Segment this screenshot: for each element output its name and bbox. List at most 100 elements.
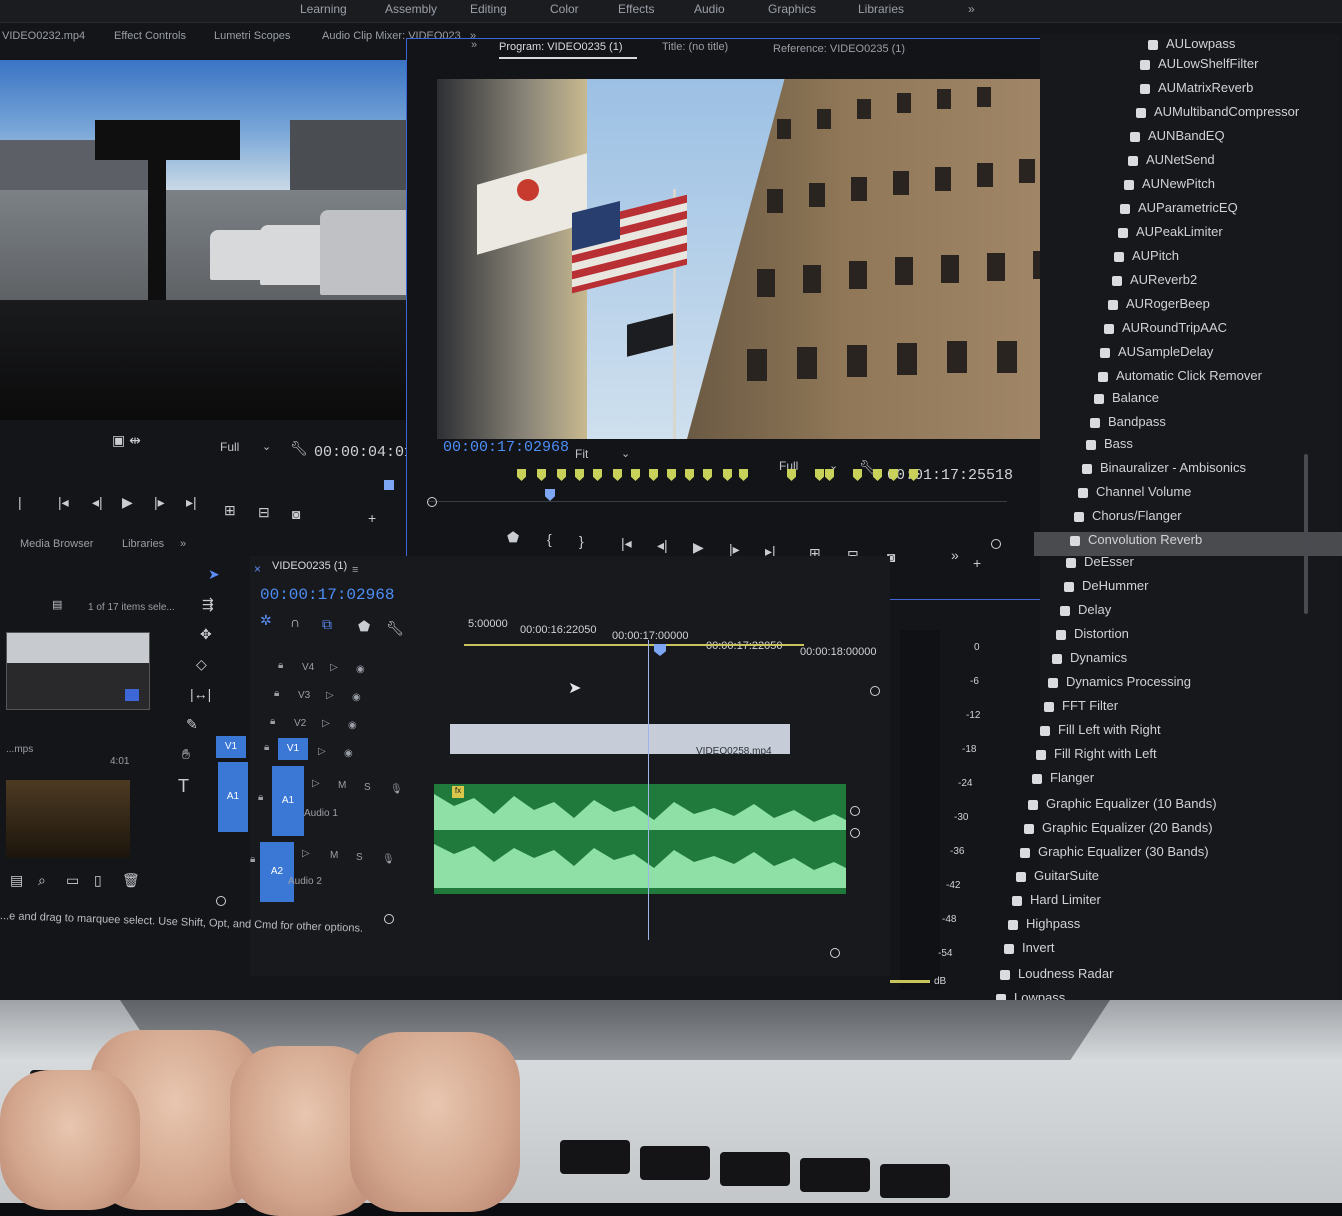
source-patch-a1[interactable]: A1 (218, 762, 248, 832)
program-fit-select[interactable]: Fit (575, 447, 588, 461)
source-insert-icon[interactable]: ⊞ (224, 502, 236, 519)
project-tabs-overflow-icon[interactable]: » (180, 538, 186, 550)
snap-icon[interactable]: ✲ (260, 612, 272, 629)
mark-in-icon[interactable]: { (547, 531, 552, 547)
timeline-playhead-line[interactable] (648, 640, 649, 940)
timeline-timecode[interactable]: 00:00:17:02968 (260, 586, 394, 604)
program-timecode-current[interactable]: 00:00:17:02968 (443, 439, 569, 456)
source-play-icon[interactable]: ▶ (122, 494, 133, 511)
razor-tool-icon[interactable]: ◇ (196, 656, 207, 673)
solo-button[interactable]: S (364, 782, 371, 793)
effect-item-selected[interactable]: Convolution Reverb (1034, 532, 1342, 556)
step-back-icon[interactable]: ◂| (657, 537, 668, 554)
effect-item[interactable]: Bass (1086, 436, 1133, 460)
new-bin-icon[interactable]: ▭ (66, 872, 79, 889)
program-zoom-handle-left[interactable] (427, 497, 437, 507)
tab-effect-controls[interactable]: Effect Controls (114, 30, 186, 42)
program-playhead-marker[interactable] (545, 489, 555, 501)
timeline-vscroll-mid2[interactable] (850, 828, 860, 838)
program-overflow-icon[interactable]: » (951, 547, 959, 563)
search-icon[interactable]: ⌕ (38, 872, 46, 889)
project-folder-icon[interactable]: ▤ (52, 598, 62, 611)
mute-button[interactable]: M (338, 780, 346, 791)
eye-icon[interactable]: ◉ (356, 664, 365, 675)
pen-tool-icon[interactable]: ✎ (186, 716, 198, 733)
effect-item[interactable]: Loudness Radar (1000, 966, 1113, 990)
effect-item[interactable]: AUPitch (1114, 248, 1179, 272)
project-thumbnail[interactable] (6, 632, 150, 710)
eye-icon[interactable]: ◉ (348, 720, 357, 731)
lock-icon[interactable]: 🔒︎ (264, 742, 269, 753)
lock-icon[interactable]: 🔒︎ (274, 688, 279, 699)
workspace-tab-effects[interactable]: Effects (618, 2, 654, 16)
effect-item[interactable]: Invert (1004, 940, 1055, 964)
toggle-sync-icon[interactable]: ▷ (330, 662, 338, 673)
linked-selection-icon[interactable]: ∩ (290, 614, 300, 630)
timeline-zoom-handle-left[interactable] (216, 896, 226, 906)
effect-item[interactable]: GuitarSuite (1016, 868, 1099, 892)
effect-item[interactable]: Binauralizer - Ambisonics (1082, 460, 1246, 484)
solo-button[interactable]: S (356, 852, 363, 863)
effect-item[interactable]: DeEsser (1066, 554, 1134, 578)
effect-item[interactable]: Graphic Equalizer (20 Bands) (1024, 820, 1213, 844)
timeline-vscroll-top[interactable] (870, 686, 880, 696)
source-playhead-marker[interactable] (384, 480, 394, 490)
effect-item[interactable]: Distortion (1056, 626, 1129, 650)
timeline-vscroll-mid[interactable] (850, 806, 860, 816)
timeline-vscroll-bottom[interactable] (830, 948, 840, 958)
effect-item[interactable]: Graphic Equalizer (10 Bands) (1028, 796, 1217, 820)
toggle-sync-icon[interactable]: ▷ (322, 718, 330, 729)
lock-icon[interactable]: 🔒︎ (258, 792, 263, 803)
eye-icon[interactable]: ◉ (344, 748, 353, 759)
effect-item[interactable]: AUMultibandCompressor (1136, 104, 1299, 128)
track-select-tool-icon[interactable]: ⇶ (202, 596, 214, 613)
source-mark-in-icon[interactable]: | (18, 494, 22, 510)
source-settings-icon[interactable]: ▣ ⇹ (112, 432, 141, 449)
source-go-to-out-icon[interactable]: ▸| (186, 494, 197, 511)
toggle-sync-icon[interactable]: ▷ (312, 778, 320, 789)
source-overwrite-icon[interactable]: ⊟ (258, 504, 270, 521)
play-icon[interactable]: ▶ (693, 539, 704, 556)
add-marker-timeline-icon[interactable]: ⧉ (322, 616, 332, 633)
effect-item[interactable]: Highpass (1008, 916, 1080, 940)
sequence-menu-icon[interactable]: ≡ (352, 564, 358, 576)
workspace-tab-color[interactable]: Color (550, 2, 579, 16)
effect-item[interactable]: AURoundTripAAC (1104, 320, 1227, 344)
trash-icon[interactable]: 🗑︎ (122, 872, 140, 889)
effect-item[interactable]: AUParametricEQ (1120, 200, 1238, 224)
effect-item[interactable]: AUMatrixReverb (1140, 80, 1253, 104)
new-item-icon[interactable]: ▯ (94, 872, 102, 889)
workspace-tab-graphics[interactable]: Graphics (768, 2, 816, 16)
effect-item[interactable]: Fill Right with Left (1036, 746, 1157, 770)
audio-clip[interactable]: fx (434, 784, 846, 894)
effect-item[interactable]: Channel Volume (1078, 484, 1191, 508)
program-scrub-bar[interactable] (427, 501, 1007, 502)
lock-icon[interactable]: 🔒︎ (270, 716, 275, 727)
effect-item[interactable]: Fill Left with Right (1040, 722, 1161, 746)
effect-item[interactable]: Delay (1060, 602, 1111, 626)
timeline-settings-icon[interactable]: 🔧︎ (386, 620, 404, 637)
mute-button[interactable]: M (330, 850, 338, 861)
timeline-zoom-handle-right[interactable] (384, 914, 394, 924)
effects-scrollbar[interactable] (1304, 454, 1308, 614)
effect-item[interactable]: Automatic Click Remover (1098, 368, 1262, 392)
effect-item[interactable]: DeHummer (1064, 578, 1148, 602)
workspace-tab-editing[interactable]: Editing (470, 2, 507, 16)
video-clip[interactable]: VIDEO0258.mp4 (450, 724, 790, 754)
workspace-tab-learning[interactable]: Learning (300, 2, 347, 16)
slip-tool-icon[interactable]: |↔| (190, 686, 211, 702)
lock-icon[interactable]: 🔒︎ (278, 660, 283, 671)
effect-item[interactable]: Graphic Equalizer (30 Bands) (1020, 844, 1209, 868)
effect-item[interactable]: AULowShelfFilter (1140, 56, 1258, 80)
effect-item[interactable]: Bandpass (1090, 414, 1166, 438)
tab-lumetri-scopes[interactable]: Lumetri Scopes (214, 30, 290, 42)
effect-item[interactable]: Chorus/Flanger (1074, 508, 1182, 532)
toggle-sync-icon[interactable]: ▷ (326, 690, 334, 701)
hand-tool-icon[interactable]: ✋︎ (182, 746, 190, 763)
list-view-icon[interactable]: ▤ (10, 872, 23, 889)
effect-item[interactable]: AUNewPitch (1124, 176, 1215, 200)
type-tool-icon[interactable]: T (178, 776, 189, 797)
source-add-button-icon[interactable]: + (368, 510, 376, 526)
lock-icon[interactable]: 🔒︎ (250, 854, 255, 865)
effect-item[interactable]: AUReverb2 (1112, 272, 1197, 296)
